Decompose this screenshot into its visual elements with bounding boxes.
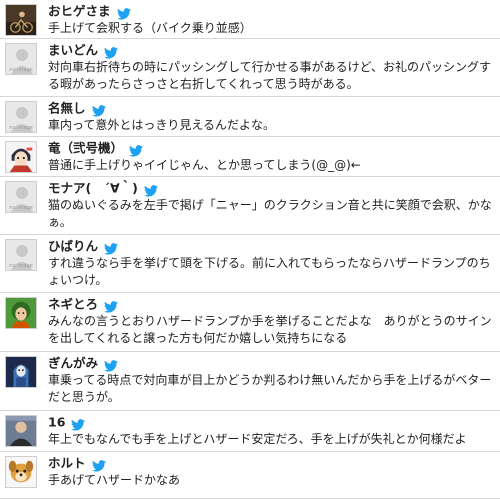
name-line: 竜（弐号機）	[48, 139, 496, 157]
name-line: モナア( ´∀｀)	[48, 179, 496, 197]
comment-row: no image モナア( ´∀｀) 猫のぬいぐるみを左手で掲げ「ニャー」のクラクシ…	[0, 177, 500, 235]
comment-text: すれ違うなら手を挙げて頭を下げる。前に入れてもらったならハザードランプのちょいつ…	[48, 256, 491, 287]
comment-row: no image まいどん対向車右折待ちの時にパッシングして行かせる事があるけど、…	[0, 39, 500, 97]
comment-row: ぎんがみ車乗ってる時点で対向車が目上かどうか判るわけ無いんだから手を上げるがベタ…	[0, 352, 500, 411]
name-line: おヒゲさま	[48, 2, 496, 20]
comment-content: モナア( ´∀｀) 猫のぬいぐるみを左手で掲げ「ニャー」のクラクション音と共に笑顔…	[48, 179, 496, 231]
comment-row: no image 名無し車内って意外とはっきり見えるんだよな。	[0, 97, 500, 137]
name-line: 名無し	[48, 99, 496, 117]
name-line: まいどん	[48, 41, 496, 59]
comment-content: ぎんがみ車乗ってる時点で対向車が目上かどうか判るわけ無いんだから手を上げるがベタ…	[48, 354, 496, 406]
avatar[interactable]: no image	[5, 101, 37, 133]
user-name[interactable]: まいどん	[48, 43, 98, 58]
comment-content: 名無し車内って意外とはっきり見えるんだよな。	[48, 99, 496, 134]
name-line: ホルト	[48, 454, 496, 472]
comment-text: 車乗ってる時点で対向車が目上かどうか判るわけ無いんだから手を上げるがベターだと思…	[48, 373, 492, 404]
comment-row: 竜（弐号機） 普通に手上げりゃイイじゃん、とか思ってしまう(@_@)←	[0, 137, 500, 177]
user-name[interactable]: ホルト	[48, 456, 86, 471]
avatar[interactable]	[5, 415, 37, 447]
comment-text: 猫のぬいぐるみを左手で掲げ「ニャー」のクラクション音と共に笑顔で会釈、かなぁ。	[48, 198, 492, 229]
comment-text: 年上でもなんでも手を上げとハザード安定だろ、手を上げが失礼とか何様だよ	[48, 432, 467, 446]
user-name[interactable]: 16	[48, 415, 65, 430]
twitter-bird-icon[interactable]	[143, 183, 158, 197]
comment-row: ネギとろみんなの言うとおりハザードランプか手を挙げることだよな ありがとうのサイ…	[0, 293, 500, 352]
comment-text: 手あげてハザードかなあ	[48, 473, 181, 487]
avatar[interactable]: no image	[5, 239, 37, 271]
comment-content: 竜（弐号機） 普通に手上げりゃイイじゃん、とか思ってしまう(@_@)←	[48, 139, 496, 174]
user-name[interactable]: ぎんがみ	[48, 356, 98, 371]
no-image-label: no image	[9, 263, 33, 269]
comment-content: おヒゲさま手上げて会釈する（バイク乗り並感）	[48, 2, 496, 37]
user-name[interactable]: ひばりん	[48, 239, 98, 254]
comment-text: 手上げて会釈する（バイク乗り並感）	[48, 21, 252, 35]
user-name[interactable]: モナア( ´∀｀)	[48, 181, 138, 196]
comment-row: おヒゲさま手上げて会釈する（バイク乗り並感）	[0, 0, 500, 39]
twitter-bird-icon[interactable]	[104, 299, 119, 313]
name-line: ひばりん	[48, 237, 496, 255]
avatar[interactable]	[5, 141, 37, 173]
no-image-label: no image	[9, 67, 33, 73]
comment-content: ホルト手あげてハザードかなあ	[48, 454, 496, 489]
comment-row: ホルト手あげてハザードかなあ	[0, 452, 500, 499]
comment-text: 対向車右折待ちの時にパッシングして行かせる事があるけど、お礼のパッシングする暇が…	[48, 60, 492, 91]
comment-row: 16 年上でもなんでも手を上げとハザード安定だろ、手を上げが失礼とか何様だよ	[0, 411, 500, 452]
comment-list: おヒゲさま手上げて会釈する（バイク乗り並感） no image まいどん対向車右折待…	[0, 0, 500, 499]
avatar[interactable]	[5, 356, 37, 388]
comment-content: ひばりんすれ違うなら手を挙げて頭を下げる。前に入れてもらったならハザードランプの…	[48, 237, 496, 289]
twitter-bird-icon[interactable]	[91, 458, 106, 472]
avatar[interactable]	[5, 456, 37, 488]
comment-text: みんなの言うとおりハザードランプか手を挙げることだよな ありがとうのサインを出し…	[48, 314, 492, 345]
comment-content: 16 年上でもなんでも手を上げとハザード安定だろ、手を上げが失礼とか何様だよ	[48, 413, 496, 448]
twitter-bird-icon[interactable]	[129, 143, 144, 157]
no-image-label: no image	[9, 125, 33, 131]
avatar[interactable]: no image	[5, 181, 37, 213]
no-image-label: no image	[9, 205, 33, 211]
twitter-bird-icon[interactable]	[116, 6, 131, 20]
twitter-bird-icon[interactable]	[71, 417, 86, 431]
comment-text: 普通に手上げりゃイイじゃん、とか思ってしまう(@_@)←	[48, 158, 361, 172]
avatar[interactable]: no image	[5, 43, 37, 75]
user-name[interactable]: 名無し	[48, 101, 86, 116]
twitter-bird-icon[interactable]	[104, 241, 119, 255]
user-name[interactable]: ネギとろ	[48, 297, 98, 312]
avatar[interactable]	[5, 297, 37, 329]
name-line: ネギとろ	[48, 295, 496, 313]
comment-row: no image ひばりんすれ違うなら手を挙げて頭を下げる。前に入れてもらったなら…	[0, 235, 500, 293]
comment-content: まいどん対向車右折待ちの時にパッシングして行かせる事があるけど、お礼のパッシング…	[48, 41, 496, 93]
user-name[interactable]: 竜（弐号機）	[48, 141, 123, 156]
comment-content: ネギとろみんなの言うとおりハザードランプか手を挙げることだよな ありがとうのサイ…	[48, 295, 496, 347]
twitter-bird-icon[interactable]	[91, 103, 106, 117]
twitter-bird-icon[interactable]	[104, 358, 119, 372]
avatar[interactable]	[5, 4, 37, 36]
name-line: ぎんがみ	[48, 354, 496, 372]
comment-text: 車内って意外とはっきり見えるんだよな。	[48, 118, 276, 132]
user-name[interactable]: おヒゲさま	[48, 4, 111, 19]
name-line: 16	[48, 413, 496, 431]
twitter-bird-icon[interactable]	[104, 45, 119, 59]
